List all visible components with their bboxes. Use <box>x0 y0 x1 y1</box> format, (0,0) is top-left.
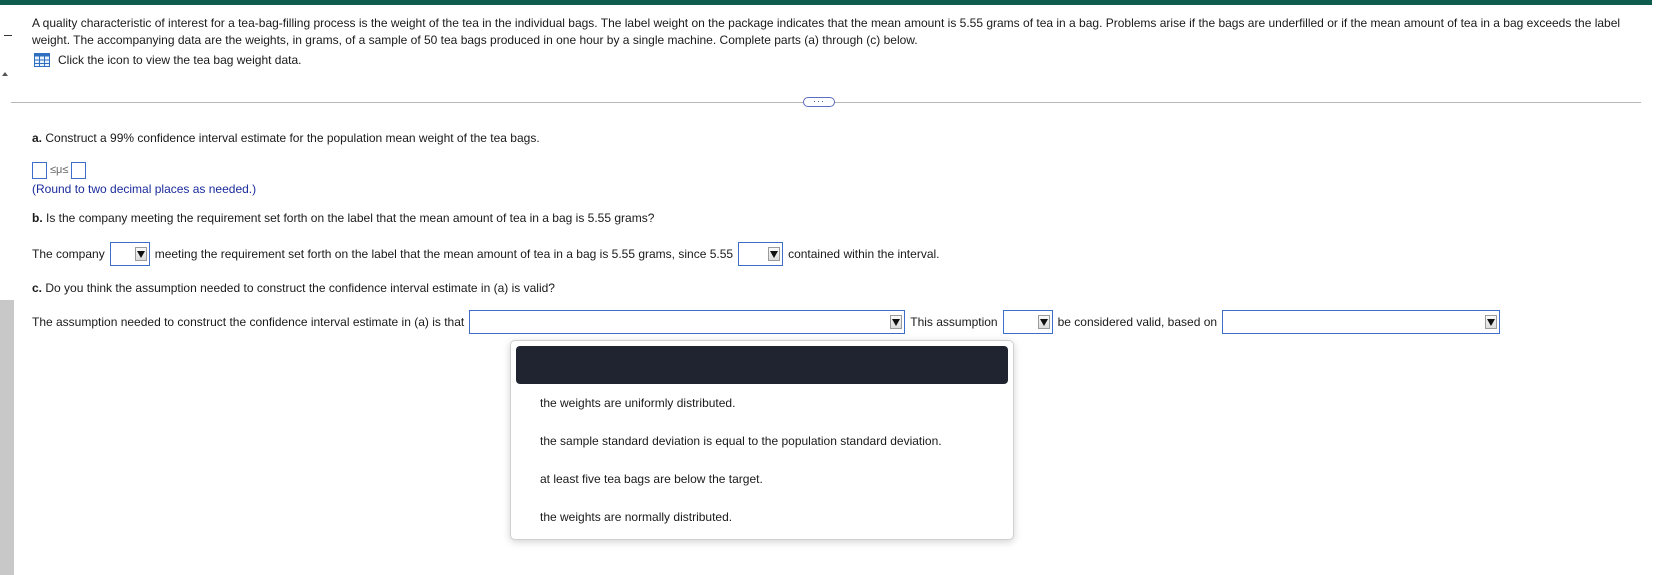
lower-bound-input[interactable] <box>32 161 47 179</box>
contained-select[interactable] <box>738 242 784 266</box>
option-five-below[interactable]: at least five tea bags are below the tar… <box>540 472 763 486</box>
dropdown-arrow-icon[interactable] <box>1037 315 1050 329</box>
part-b-suffix: contained within the interval. <box>788 247 940 261</box>
part-c-text: Do you think the assumption needed to co… <box>42 281 555 295</box>
part-a-label: a. <box>32 131 43 145</box>
company-meeting-select[interactable] <box>109 242 150 266</box>
based-on-select[interactable] <box>1222 310 1501 334</box>
rounding-note: (Round to two decimal places as needed.) <box>32 182 257 196</box>
dropdown-arrow-icon[interactable] <box>134 247 147 261</box>
confidence-interval-row: ≤μ≤ <box>32 160 87 180</box>
table-grid-icon[interactable] <box>34 53 50 67</box>
highlighted-option[interactable] <box>516 346 1008 384</box>
part-c-prefix: The assumption needed to construct the c… <box>32 315 465 329</box>
option-normal[interactable]: the weights are normally distributed. <box>540 510 732 524</box>
left-edge-mark <box>4 35 12 36</box>
assumption-dropdown-list: the weights are uniformly distributed. t… <box>510 340 1014 540</box>
assumption-select[interactable] <box>469 310 906 334</box>
right-edge <box>1652 0 1666 575</box>
option-std-dev[interactable]: the sample standard deviation is equal t… <box>540 434 942 448</box>
scroll-up-arrow-icon[interactable] <box>2 72 8 76</box>
part-b-question: b. Is the company meeting the requiremen… <box>32 211 654 225</box>
part-b-answer-row: The company meeting the requirement set … <box>32 242 940 266</box>
part-c-suffix: be considered valid, based on <box>1057 315 1218 329</box>
dropdown-arrow-icon[interactable] <box>1485 315 1498 329</box>
part-c-answer-row: The assumption needed to construct the c… <box>32 310 1501 334</box>
part-b-middle: meeting the requirement set forth on the… <box>154 247 734 261</box>
part-b-text: Is the company meeting the requirement s… <box>42 211 655 225</box>
part-c-middle: This assumption <box>910 315 998 329</box>
part-b-prefix: The company <box>32 247 105 261</box>
part-a-text: Construct a 99% confidence interval esti… <box>42 131 540 145</box>
left-scrollbar[interactable] <box>0 300 14 575</box>
view-data-label[interactable]: Click the icon to view the tea bag weigh… <box>58 53 301 67</box>
part-a-question: a. Construct a 99% confidence interval e… <box>32 131 540 145</box>
dropdown-arrow-icon[interactable] <box>768 247 781 261</box>
top-accent-bar <box>0 0 1652 5</box>
part-b-label: b. <box>32 211 43 225</box>
view-data-link[interactable]: Click the icon to view the tea bag weigh… <box>34 52 301 68</box>
upper-bound-input[interactable] <box>71 161 87 179</box>
problem-statement: A quality characteristic of interest for… <box>32 16 1621 47</box>
option-uniform[interactable]: the weights are uniformly distributed. <box>540 396 735 410</box>
more-button[interactable]: ··· <box>803 97 835 107</box>
part-c-question: c. Do you think the assumption needed to… <box>32 281 555 295</box>
part-c-label: c. <box>32 281 43 295</box>
ci-symbol: ≤μ≤ <box>50 164 69 176</box>
valid-select[interactable] <box>1002 310 1053 334</box>
dropdown-arrow-icon[interactable] <box>890 315 903 329</box>
